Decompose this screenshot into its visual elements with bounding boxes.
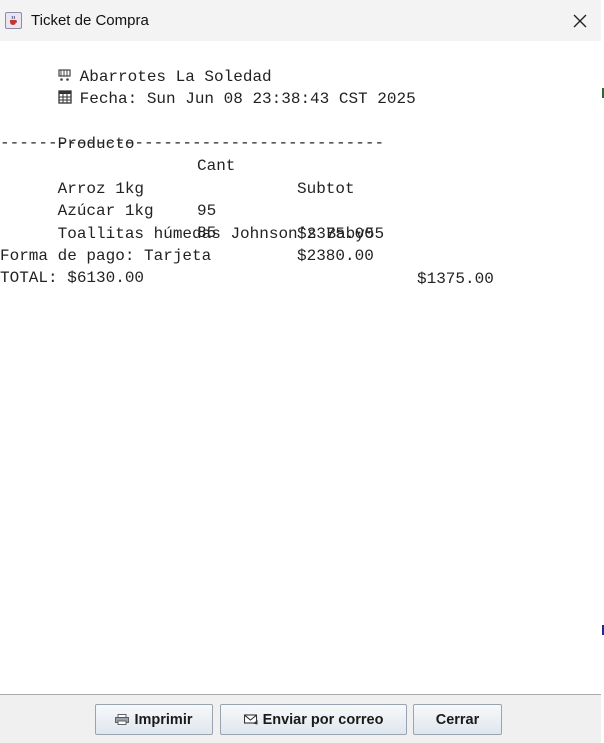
calendar-icon [57,89,72,104]
close-icon [573,14,587,28]
separator-line: ---------------------------------------- [0,134,385,152]
print-button[interactable]: Imprimir [95,704,213,735]
close-button[interactable]: Cerrar [413,704,502,735]
java-cup-icon [5,12,22,29]
close-window-button[interactable] [567,8,593,34]
window-title: Ticket de Compra [31,12,149,29]
store-line: Abarrotes La Soledad [0,43,272,86]
item-subtotal: $2380.00 [297,246,374,265]
print-label: Imprimir [134,711,193,728]
date-text: Fecha: Sun Jun 08 23:38:43 CST 2025 [79,89,416,108]
date-line: Fecha: Sun Jun 08 23:38:43 CST 2025 [0,65,416,108]
item-row: Arroz 1kg 95 $2375.00 [0,155,600,243]
email-label: Enviar por correo [262,711,384,728]
button-bar: Imprimir Enviar por correo Cerrar [0,695,601,743]
printer-icon [115,714,130,725]
item-subtotal: $1375.00 [417,269,494,288]
envelope-icon [243,714,258,725]
email-button[interactable]: Enviar por correo [220,704,407,735]
item-row: Azúcar 1kg 85 $2380.00 [0,177,600,265]
item-product: Toallitas húmedas Johnson’s Baby55 [57,224,385,243]
item-row: Toallitas húmedas Johnson’s Baby55 $1375… [0,200,600,288]
column-headers: Producto Cant Subtot [0,110,600,198]
ticket-text-area[interactable]: Abarrotes La Soledad Fecha: Sun Jun 08 2… [0,41,601,695]
payment-line: Forma de pago: Tarjeta [0,247,212,265]
close-label: Cerrar [435,711,480,728]
ticket-window: Ticket de Compra Abarrotes La Soledad Fe… [0,0,601,743]
title-bar[interactable]: Ticket de Compra [0,0,601,42]
total-line: TOTAL: $6130.00 [0,269,145,287]
